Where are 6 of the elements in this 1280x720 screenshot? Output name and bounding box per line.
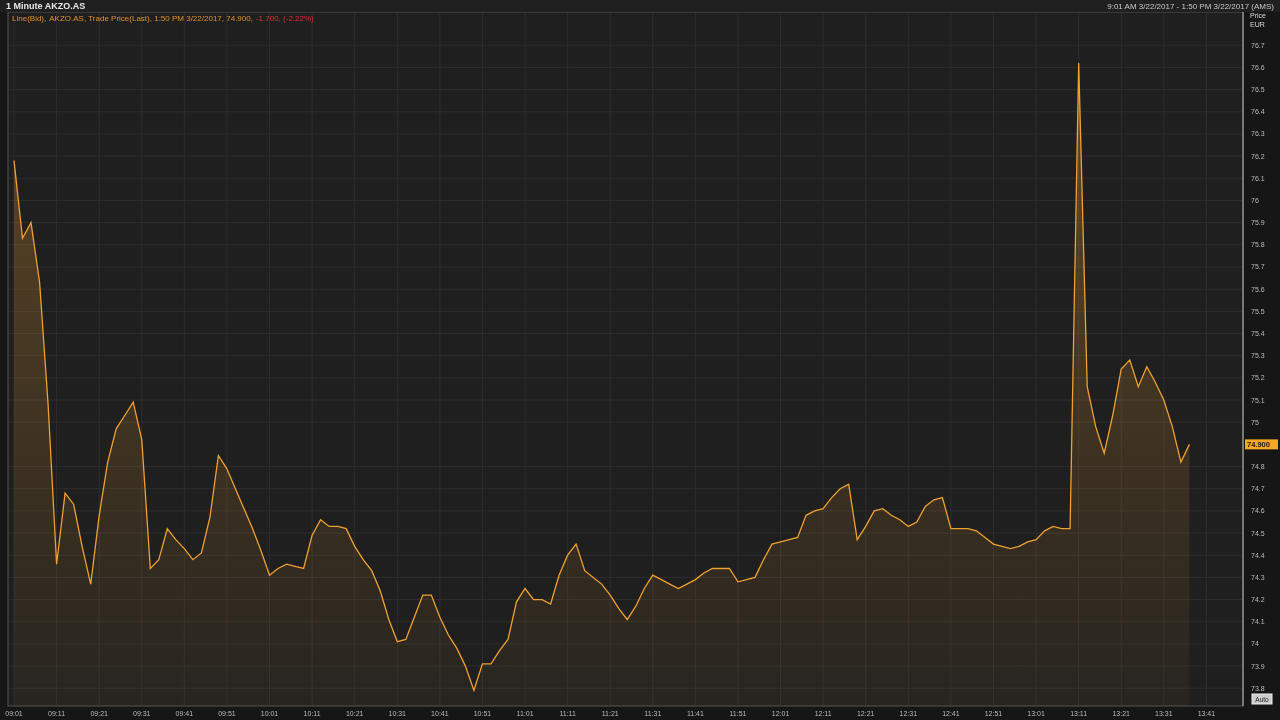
price-change: -1.700, (-2.22%): [255, 14, 314, 23]
date-range: 9:01 AM 3/22/2017 - 1:50 PM 3/22/2017 (AMS): [1107, 1, 1274, 11]
series-name: AKZO.AS: [49, 14, 84, 23]
legend-label: Line(Bid),: [12, 14, 47, 23]
window-title: 1 Minute AKZO.AS: [6, 1, 86, 11]
legend-text: , Trade Price(Last), 1:50 PM 3/22/2017, 74.900,: [83, 14, 253, 23]
